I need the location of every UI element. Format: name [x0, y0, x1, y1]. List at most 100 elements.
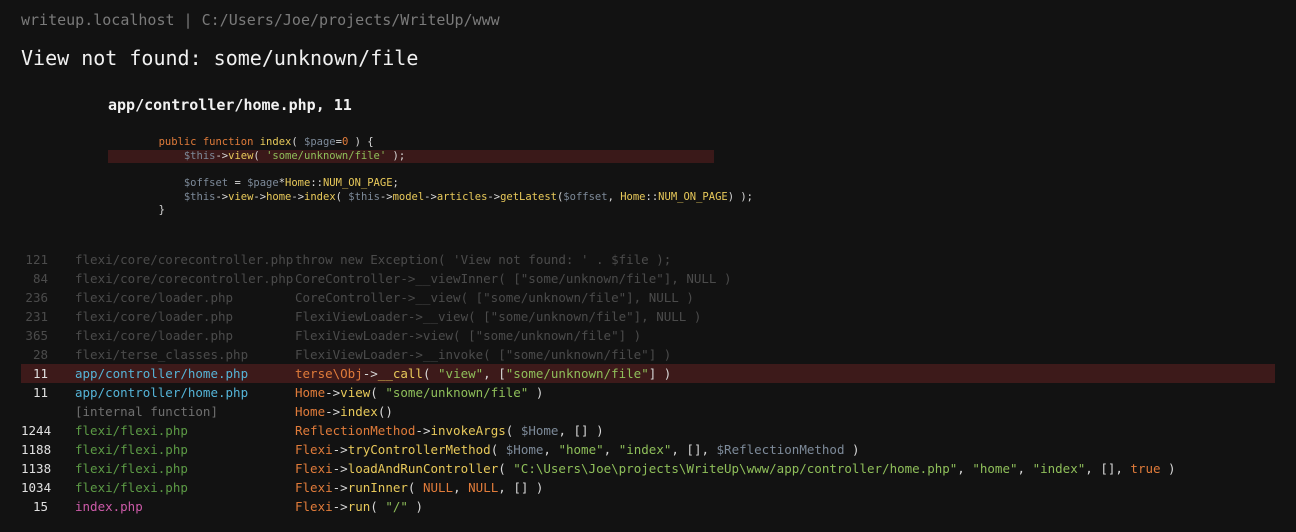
code-token: ->	[215, 149, 229, 162]
code-token: )	[528, 385, 544, 400]
code-token: , [] )	[498, 480, 544, 495]
code-token: invokeArgs	[430, 423, 506, 438]
code-token: ->	[325, 385, 341, 400]
stack-frame-row[interactable]: 1188 flexi/flexi.php Flexi->tryControllerM…	[21, 440, 1275, 459]
frame-line-number: 236	[25, 290, 48, 305]
frame-call: CoreController->__view( ["some/unknown/f…	[295, 288, 694, 307]
code-token: terse\Obj	[295, 366, 363, 381]
stack-frame-row[interactable]: 15 index.php Flexi->run( "/" )	[21, 497, 1275, 516]
frame-file[interactable]: flexi/flexi.php	[75, 421, 188, 440]
code-token: ::	[645, 190, 659, 203]
code-line: }	[108, 204, 714, 218]
code-token: CoreController->__view( ["some/unknown/f…	[295, 290, 694, 305]
code-token: Flexi	[295, 480, 333, 495]
stack-frame-row[interactable]: 1138 flexi/flexi.php Flexi->loadAndRunCont…	[21, 459, 1275, 478]
code-token: , [	[483, 366, 506, 381]
stack-frame-row[interactable]: 28 flexi/terse_classes.php FlexiViewLoader…	[21, 345, 1275, 364]
code-token: ->	[325, 404, 341, 419]
frame-call: FlexiViewLoader->__invoke( ["some/unknow…	[295, 345, 671, 364]
code-token: , [],	[1085, 461, 1131, 476]
frame-file[interactable]: flexi/flexi.php	[75, 478, 188, 497]
code-token: FlexiViewLoader->__invoke( ["some/unknow…	[295, 347, 672, 362]
stack-frame-row[interactable]: 11 app/controller/home.php terse\Obj->__ca…	[21, 364, 1275, 383]
code-token: public function	[158, 136, 260, 148]
frame-line-number: 84	[32, 271, 48, 286]
stack-frame-row[interactable]: 84 flexi/core/corecontroller.php CoreContr…	[21, 269, 1275, 288]
code-token: Home	[295, 385, 326, 400]
code-token: ->	[291, 190, 305, 203]
frame-file[interactable]: flexi/core/loader.php	[75, 307, 233, 326]
frame-call: Home->index()	[295, 402, 393, 421]
stack-frame-row[interactable]: 1244 flexi/flexi.php ReflectionMethod->inv…	[21, 421, 1275, 440]
frame-call: throw new Exception( 'View not found: ' …	[295, 250, 671, 269]
stack-frame-row[interactable]: 231 flexi/core/loader.php FlexiViewLoader-…	[21, 307, 1275, 326]
frame-file[interactable]: app/controller/home.php	[75, 383, 248, 402]
code-token: ->	[332, 499, 348, 514]
source-code-snippet: public function index( $page=0 ) { $this…	[108, 136, 753, 218]
frame-line-number: 1244	[21, 423, 52, 438]
code-token: "index"	[618, 442, 672, 457]
frame-line-number: 1188	[21, 442, 52, 457]
code-token: NUM_ON_PAGE	[658, 190, 728, 203]
code-token: Flexi	[295, 442, 333, 457]
code-token: view	[228, 190, 254, 203]
code-token: ) );	[727, 190, 754, 203]
code-token: )	[844, 442, 860, 457]
code-token: "home"	[558, 442, 604, 457]
code-token: view	[228, 149, 254, 162]
code-token: (	[291, 136, 304, 148]
stack-frame-row[interactable]: 1034 flexi/flexi.php Flexi->runInner( NULL…	[21, 478, 1275, 497]
frame-file[interactable]: flexi/terse_classes.php	[75, 345, 248, 364]
frame-line-number: 11	[32, 385, 48, 400]
frame-file[interactable]: flexi/flexi.php	[75, 459, 188, 478]
code-token: ,	[1017, 461, 1033, 476]
code-token: FlexiViewLoader->view( ["some/unknown/fi…	[295, 328, 642, 343]
code-token: $ReflectionMethod	[716, 442, 845, 457]
frame-file[interactable]: flexi/core/corecontroller.php	[75, 250, 293, 269]
frame-file[interactable]: index.php	[75, 497, 143, 516]
code-token: (	[422, 366, 439, 381]
frame-file[interactable]: [internal function]	[75, 402, 218, 421]
stack-frame-row[interactable]: 121 flexi/core/corecontroller.php throw ne…	[21, 250, 1275, 269]
server-path-header: writeup.localhost | C:/Users/Joe/project…	[21, 11, 500, 29]
code-token: ->	[424, 190, 437, 203]
code-token: $Home	[505, 442, 544, 457]
code-token: $this	[183, 190, 216, 203]
code-token: Home	[620, 190, 646, 203]
code-token: Home	[285, 177, 311, 190]
code-token: loadAndRunController	[347, 461, 499, 476]
frame-call: Flexi->tryControllerMethod( $Home, "home…	[295, 440, 860, 459]
code-token: index	[304, 190, 336, 203]
code-token: $this	[348, 190, 380, 203]
code-token: (	[505, 423, 521, 438]
code-token: model	[392, 190, 425, 203]
code-token: $this	[183, 149, 216, 162]
code-token: ->	[215, 190, 229, 203]
frame-file[interactable]: flexi/core/loader.php	[75, 288, 233, 307]
frame-call: CoreController->__viewInner( ["some/unkn…	[295, 269, 732, 288]
code-token: __call	[377, 366, 423, 381]
code-token: "C:\Users\Joe\projects\WriteUp\www/app/c…	[513, 461, 958, 476]
code-token: Flexi	[295, 461, 333, 476]
frame-file[interactable]: flexi/core/loader.php	[75, 326, 233, 345]
stack-frame-row[interactable]: 236 flexi/core/loader.php CoreController->…	[21, 288, 1275, 307]
code-token: (	[407, 480, 423, 495]
code-token: ,	[607, 190, 621, 203]
frame-file[interactable]: flexi/core/corecontroller.php	[75, 269, 293, 288]
frame-file[interactable]: flexi/flexi.php	[75, 440, 188, 459]
frame-file[interactable]: app/controller/home.php	[75, 364, 248, 383]
code-token: $offset	[183, 177, 229, 190]
code-token: "/"	[385, 499, 408, 514]
code-token: ->	[332, 442, 348, 457]
stack-frame-row[interactable]: 11 app/controller/home.php Home->view( "so…	[21, 383, 1275, 402]
stack-frame-row[interactable]: 365 flexi/core/loader.php FlexiViewLoader-…	[21, 326, 1275, 345]
code-token: "index"	[1032, 461, 1086, 476]
code-token: (	[253, 149, 267, 162]
code-token: Flexi	[295, 499, 333, 514]
stack-frame-row[interactable]: [internal function] Home->index()	[21, 402, 1275, 421]
stack-trace: 121 flexi/core/corecontroller.php throw ne…	[21, 250, 1275, 516]
code-token: , [],	[671, 442, 717, 457]
